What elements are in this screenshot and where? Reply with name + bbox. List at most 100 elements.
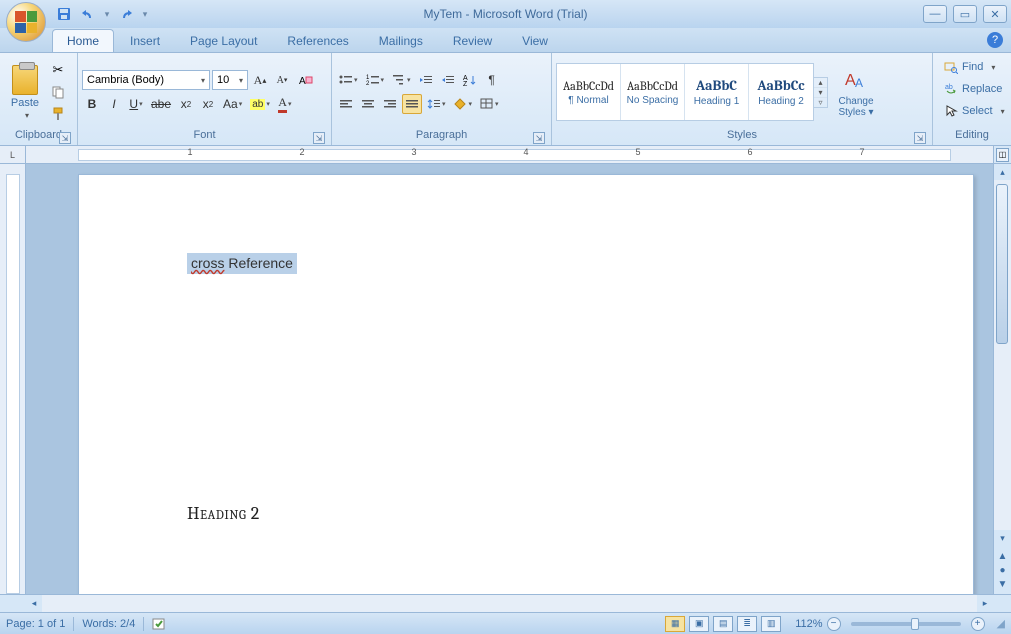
save-icon[interactable] xyxy=(56,6,72,22)
select-button[interactable]: Select▾ xyxy=(939,101,1010,121)
format-painter-icon[interactable] xyxy=(50,106,66,122)
italic-button[interactable]: I xyxy=(104,94,124,114)
scroll-up-icon[interactable]: ▴ xyxy=(994,164,1011,180)
align-right-button[interactable] xyxy=(380,94,400,114)
tab-references[interactable]: References xyxy=(273,30,362,52)
gallery-expand-icon[interactable]: ▿ xyxy=(814,98,827,107)
style-no-spacing[interactable]: AaBbCcDd No Spacing xyxy=(621,64,685,120)
scroll-down-icon[interactable]: ▾ xyxy=(994,530,1011,546)
undo-icon[interactable] xyxy=(80,6,96,22)
gallery-up-icon[interactable]: ▴ xyxy=(814,78,827,88)
horizontal-ruler[interactable]: 1234567 xyxy=(26,146,993,163)
browse-object-icon[interactable]: ● xyxy=(996,564,1010,576)
underline-button[interactable]: U▾ xyxy=(126,94,146,114)
web-layout-view-button[interactable]: ▤ xyxy=(713,616,733,632)
font-size-combo[interactable]: 10▾ xyxy=(212,70,248,90)
change-styles-button[interactable]: AA Change Styles ▾ xyxy=(832,66,880,118)
change-case-button[interactable]: Aa▾ xyxy=(220,94,245,114)
style-heading-2[interactable]: AaBbCc Heading 2 xyxy=(749,64,813,120)
shrink-font-button[interactable]: A▾ xyxy=(272,70,292,90)
status-page[interactable]: Page: 1 of 1 xyxy=(6,618,65,630)
clipboard-launcher-icon[interactable]: ⇲ xyxy=(59,132,71,144)
borders-button[interactable]: ▾ xyxy=(477,94,502,114)
highlight-button[interactable]: ab▾ xyxy=(247,94,273,114)
window-title: MyTem - Microsoft Word (Trial) xyxy=(0,7,1011,21)
numbering-button[interactable]: 12▾ xyxy=(363,70,388,90)
group-font: Cambria (Body)▾ 10▾ A▴ A▾ A B I U▾ abe xyxy=(78,53,332,145)
subscript-button[interactable]: x2 xyxy=(176,94,196,114)
minimize-button[interactable]: — xyxy=(923,5,947,23)
replace-button[interactable]: ab Replace xyxy=(939,79,1010,99)
office-button[interactable] xyxy=(6,2,46,42)
svg-text:A: A xyxy=(855,76,863,90)
maximize-button[interactable]: ▭ xyxy=(953,5,977,23)
sort-button[interactable]: AZ xyxy=(460,70,480,90)
increase-indent-button[interactable] xyxy=(438,70,458,90)
style-heading-1[interactable]: AaBbC Heading 1 xyxy=(685,64,749,120)
vertical-ruler[interactable] xyxy=(0,164,26,594)
horizontal-scrollbar[interactable]: ◂ ▸ xyxy=(0,594,1011,612)
justify-button[interactable] xyxy=(402,94,422,114)
previous-page-icon[interactable]: ▲ xyxy=(996,550,1010,562)
gallery-down-icon[interactable]: ▾ xyxy=(814,88,827,98)
dropdown-icon[interactable]: ▾ xyxy=(104,9,110,20)
bold-button[interactable]: B xyxy=(82,94,102,114)
superscript-button[interactable]: x2 xyxy=(198,94,218,114)
group-styles: AaBbCcDd ¶ Normal AaBbCcDd No Spacing Aa… xyxy=(552,53,933,145)
styles-launcher-icon[interactable]: ⇲ xyxy=(914,132,926,144)
zoom-level[interactable]: 112% xyxy=(795,618,822,630)
help-icon[interactable]: ? xyxy=(987,32,1003,48)
document-canvas[interactable]: cross Reference Heading 2 xyxy=(26,164,993,594)
multilevel-list-button[interactable]: ▾ xyxy=(389,70,414,90)
tab-selector[interactable]: L xyxy=(0,146,26,163)
line-spacing-button[interactable]: ▾ xyxy=(424,94,449,114)
cut-icon[interactable]: ✂ xyxy=(50,62,66,78)
title-bar: ▾ ▾ MyTem - Microsoft Word (Trial) — ▭ ✕ xyxy=(0,0,1011,28)
heading-text[interactable]: Heading 2 xyxy=(187,503,260,524)
zoom-out-button[interactable]: − xyxy=(827,617,841,631)
style-gallery: AaBbCcDd ¶ Normal AaBbCcDd No Spacing Aa… xyxy=(556,63,814,121)
tab-home[interactable]: Home xyxy=(52,29,114,52)
status-words[interactable]: Words: 2/4 xyxy=(82,618,135,630)
tab-insert[interactable]: Insert xyxy=(116,30,174,52)
vertical-scrollbar[interactable]: ▴ ▾ ▲ ● ▼ xyxy=(993,164,1011,594)
bullets-button[interactable]: ▾ xyxy=(336,70,361,90)
font-launcher-icon[interactable]: ⇲ xyxy=(313,132,325,144)
align-left-button[interactable] xyxy=(336,94,356,114)
paste-button[interactable]: Paste ▾ xyxy=(4,57,46,127)
clear-formatting-button[interactable]: A xyxy=(294,70,316,90)
proofing-icon[interactable] xyxy=(152,617,168,631)
outline-view-button[interactable]: ≣ xyxy=(737,616,757,632)
copy-icon[interactable] xyxy=(50,84,66,100)
zoom-in-button[interactable]: + xyxy=(971,617,985,631)
zoom-slider[interactable] xyxy=(851,622,961,626)
align-center-button[interactable] xyxy=(358,94,378,114)
tab-page-layout[interactable]: Page Layout xyxy=(176,30,271,52)
next-page-icon[interactable]: ▼ xyxy=(996,578,1010,590)
tab-mailings[interactable]: Mailings xyxy=(365,30,437,52)
selected-text[interactable]: cross Reference xyxy=(187,253,297,274)
svg-text:2: 2 xyxy=(366,81,370,86)
resize-grip-icon[interactable]: ◢ xyxy=(997,617,1005,630)
find-button[interactable]: Find▾ xyxy=(939,57,1010,77)
full-screen-view-button[interactable]: ▣ xyxy=(689,616,709,632)
style-gallery-more[interactable]: ▴ ▾ ▿ xyxy=(814,77,828,108)
draft-view-button[interactable]: ▥ xyxy=(761,616,781,632)
font-color-button[interactable]: A▾ xyxy=(275,94,295,114)
shading-button[interactable]: ▾ xyxy=(451,94,476,114)
grow-font-button[interactable]: A▴ xyxy=(250,70,270,90)
ruler-toggle-icon[interactable]: ◫ xyxy=(996,148,1009,162)
show-hide-button[interactable]: ¶ xyxy=(482,70,502,90)
strikethrough-button[interactable]: abe xyxy=(148,94,174,114)
style-normal[interactable]: AaBbCcDd ¶ Normal xyxy=(557,64,621,120)
decrease-indent-button[interactable] xyxy=(416,70,436,90)
redo-icon[interactable] xyxy=(118,6,134,22)
tab-review[interactable]: Review xyxy=(439,30,506,52)
tab-view[interactable]: View xyxy=(508,30,562,52)
font-name-combo[interactable]: Cambria (Body)▾ xyxy=(82,70,210,90)
qat-customize-icon[interactable]: ▾ xyxy=(142,9,148,20)
paragraph-launcher-icon[interactable]: ⇲ xyxy=(533,132,545,144)
group-label-editing: Editing xyxy=(937,129,1007,145)
print-layout-view-button[interactable]: ▦ xyxy=(665,616,685,632)
close-button[interactable]: ✕ xyxy=(983,5,1007,23)
